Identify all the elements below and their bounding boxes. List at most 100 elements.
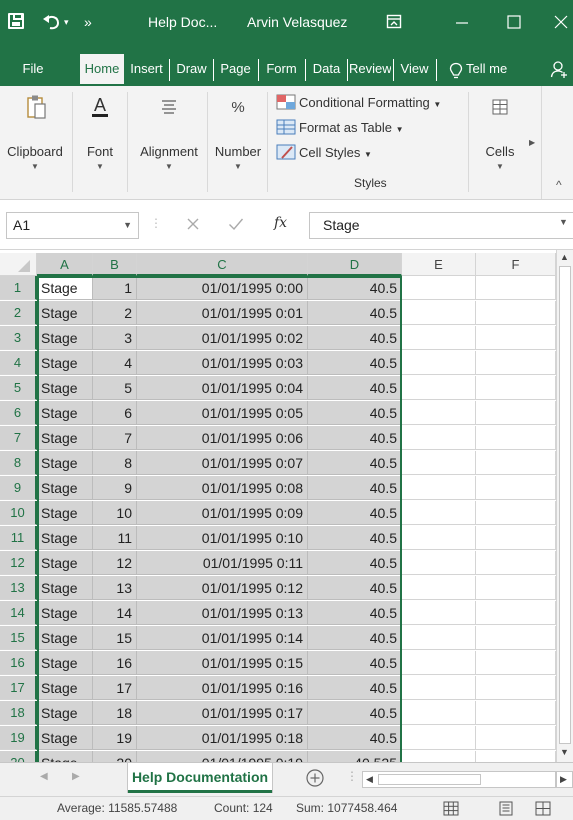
- ribbon-display-options-icon[interactable]: [386, 14, 402, 30]
- scroll-up-icon[interactable]: ▲: [560, 252, 569, 262]
- scroll-down-icon[interactable]: ▼: [560, 747, 569, 757]
- cell-c-1[interactable]: 01/01/1995 0:00: [137, 276, 308, 300]
- cell-c-19[interactable]: 01/01/1995 0:18: [137, 726, 308, 750]
- cell-e-15[interactable]: [402, 626, 476, 650]
- expand-formula-bar-icon[interactable]: ▼: [559, 217, 568, 227]
- page-break-view-icon[interactable]: [535, 801, 551, 816]
- cell-f-17[interactable]: [476, 676, 556, 700]
- cell-e-5[interactable]: [402, 376, 476, 400]
- status-sum[interactable]: Sum: 1077458.464: [296, 797, 397, 820]
- cell-f-3[interactable]: [476, 326, 556, 350]
- select-all-corner[interactable]: [0, 253, 37, 276]
- cell-d-14[interactable]: 40.5: [308, 601, 402, 625]
- row-header[interactable]: 6: [0, 401, 37, 425]
- row-header[interactable]: 10: [0, 501, 37, 525]
- cell-a-3[interactable]: Stage: [37, 326, 93, 350]
- horizontal-scroll-thumb[interactable]: [378, 774, 481, 785]
- collapse-ribbon-icon[interactable]: ^: [556, 178, 562, 192]
- cell-a-19[interactable]: Stage: [37, 726, 93, 750]
- cell-a-2[interactable]: Stage: [37, 301, 93, 325]
- cell-b-12[interactable]: 12: [93, 551, 137, 575]
- cell-b-7[interactable]: 7: [93, 426, 137, 450]
- row-header[interactable]: 20: [0, 751, 37, 762]
- alignment-group[interactable]: Alignment ▼: [133, 92, 205, 192]
- cell-d-1[interactable]: 40.5: [308, 276, 402, 300]
- tab-insert[interactable]: Insert: [125, 54, 168, 84]
- formula-input[interactable]: Stage: [309, 212, 573, 239]
- cell-b-10[interactable]: 10: [93, 501, 137, 525]
- cell-c-12[interactable]: 01/01/1995 0:11: [137, 551, 308, 575]
- cell-a-1[interactable]: Stage: [37, 276, 93, 300]
- cell-b-9[interactable]: 9: [93, 476, 137, 500]
- minimize-icon[interactable]: [454, 15, 470, 31]
- cell-c-11[interactable]: 01/01/1995 0:10: [137, 526, 308, 550]
- cell-f-16[interactable]: [476, 651, 556, 675]
- cell-d-9[interactable]: 40.5: [308, 476, 402, 500]
- vertical-scrollbar[interactable]: ▲ ▼: [556, 250, 573, 762]
- user-name[interactable]: Arvin Velasquez: [247, 12, 347, 32]
- status-average[interactable]: Average: 11585.57488: [57, 797, 177, 820]
- cell-e-6[interactable]: [402, 401, 476, 425]
- cell-b-11[interactable]: 11: [93, 526, 137, 550]
- cell-b-15[interactable]: 15: [93, 626, 137, 650]
- cell-c-4[interactable]: 01/01/1995 0:03: [137, 351, 308, 375]
- cell-c-9[interactable]: 01/01/1995 0:08: [137, 476, 308, 500]
- row-header[interactable]: 15: [0, 626, 37, 650]
- cell-d-19[interactable]: 40.5: [308, 726, 402, 750]
- cell-e-17[interactable]: [402, 676, 476, 700]
- row-header[interactable]: 4: [0, 351, 37, 375]
- cell-a-20[interactable]: Stage: [37, 751, 93, 762]
- cell-e-20[interactable]: [402, 751, 476, 762]
- cell-a-7[interactable]: Stage: [37, 426, 93, 450]
- row-header[interactable]: 11: [0, 526, 37, 550]
- cell-b-5[interactable]: 5: [93, 376, 137, 400]
- conditional-formatting-button[interactable]: Conditional Formatting ▼: [276, 94, 441, 114]
- cell-e-3[interactable]: [402, 326, 476, 350]
- cell-b-1[interactable]: 1: [93, 276, 137, 300]
- cell-e-4[interactable]: [402, 351, 476, 375]
- tab-home[interactable]: Home: [80, 54, 124, 84]
- cell-d-15[interactable]: 40.5: [308, 626, 402, 650]
- cell-c-14[interactable]: 01/01/1995 0:13: [137, 601, 308, 625]
- column-header-b[interactable]: B: [93, 253, 137, 276]
- cell-f-19[interactable]: [476, 726, 556, 750]
- cell-e-16[interactable]: [402, 651, 476, 675]
- cell-e-13[interactable]: [402, 576, 476, 600]
- column-header-a[interactable]: A: [37, 253, 93, 276]
- column-header-e[interactable]: E: [402, 253, 476, 276]
- cell-a-4[interactable]: Stage: [37, 351, 93, 375]
- share-icon[interactable]: [550, 60, 568, 80]
- row-header[interactable]: 1: [0, 276, 37, 300]
- cell-c-16[interactable]: 01/01/1995 0:15: [137, 651, 308, 675]
- cell-d-20[interactable]: 40.525: [308, 751, 402, 762]
- column-header-f[interactable]: F: [476, 253, 556, 276]
- cell-e-2[interactable]: [402, 301, 476, 325]
- cell-a-5[interactable]: Stage: [37, 376, 93, 400]
- cell-a-17[interactable]: Stage: [37, 676, 93, 700]
- cell-d-6[interactable]: 40.5: [308, 401, 402, 425]
- cell-c-18[interactable]: 01/01/1995 0:17: [137, 701, 308, 725]
- insert-function-icon[interactable]: fx: [274, 215, 287, 231]
- cell-f-18[interactable]: [476, 701, 556, 725]
- cell-f-8[interactable]: [476, 451, 556, 475]
- cell-f-12[interactable]: [476, 551, 556, 575]
- clipboard-group[interactable]: Clipboard ▼: [5, 92, 65, 192]
- cell-d-5[interactable]: 40.5: [308, 376, 402, 400]
- row-header[interactable]: 14: [0, 601, 37, 625]
- cell-e-11[interactable]: [402, 526, 476, 550]
- cell-d-8[interactable]: 40.5: [308, 451, 402, 475]
- cell-b-14[interactable]: 14: [93, 601, 137, 625]
- cancel-icon[interactable]: [186, 217, 200, 231]
- row-header[interactable]: 16: [0, 651, 37, 675]
- cell-d-13[interactable]: 40.5: [308, 576, 402, 600]
- cell-b-3[interactable]: 3: [93, 326, 137, 350]
- ribbon-more-icon[interactable]: ▶: [529, 138, 535, 147]
- cell-f-9[interactable]: [476, 476, 556, 500]
- cell-a-14[interactable]: Stage: [37, 601, 93, 625]
- cell-d-16[interactable]: 40.5: [308, 651, 402, 675]
- number-group[interactable]: % Number ▼: [210, 92, 266, 192]
- normal-view-icon[interactable]: [443, 801, 459, 816]
- cell-b-16[interactable]: 16: [93, 651, 137, 675]
- cell-f-4[interactable]: [476, 351, 556, 375]
- row-header[interactable]: 9: [0, 476, 37, 500]
